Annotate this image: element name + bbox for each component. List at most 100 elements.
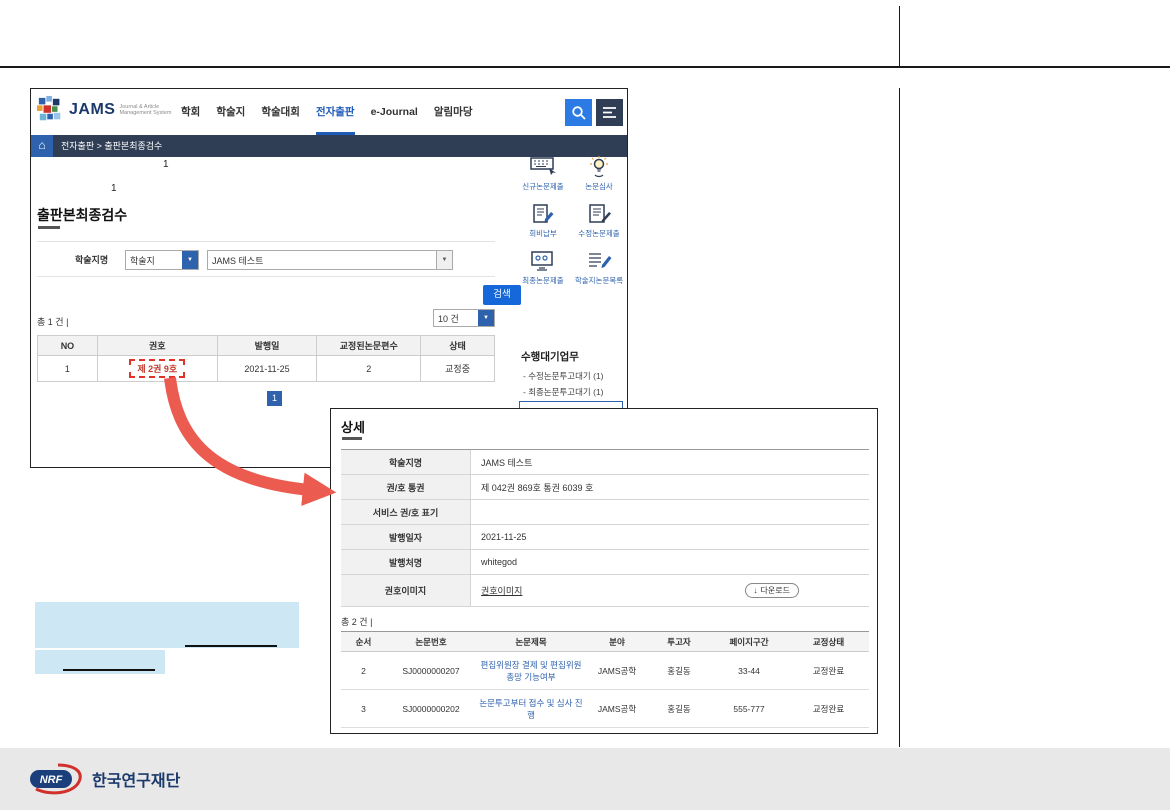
cell-corrected-count: 2 bbox=[317, 356, 421, 382]
table-row: 2 SJ0000000207 편집위원장 결제 및 편집위원총망 기능여부 JA… bbox=[341, 652, 869, 690]
search-icon bbox=[571, 105, 586, 120]
quick-menu-label: 최종논문제출 bbox=[522, 275, 563, 286]
detail-field-table: 학술지명 JAMS 테스트 권/호 통권 제 042권 869호 통권 6039… bbox=[341, 449, 869, 607]
content-column-divider bbox=[899, 88, 900, 747]
header-column-divider bbox=[899, 6, 900, 66]
nav-item-society[interactable]: 학회 bbox=[181, 89, 200, 135]
header-divider bbox=[0, 66, 1170, 68]
field-label: 발행처명 bbox=[341, 550, 471, 574]
field-value: JAMS 테스트 bbox=[471, 450, 869, 474]
jams-logo[interactable]: JAMS Journal & Article Management System bbox=[37, 96, 171, 124]
cell-correction-status: 교정완료 bbox=[788, 652, 869, 690]
quick-menu-revised-submission[interactable]: 수정논문제출 bbox=[573, 202, 625, 239]
download-label: 다운로드 bbox=[761, 585, 790, 596]
quick-menu-review[interactable]: 논문심사 bbox=[573, 155, 625, 192]
quick-menu-fee-payment[interactable]: 회비납부 bbox=[517, 202, 569, 239]
cell-page-range: 33-44 bbox=[710, 652, 788, 690]
quick-menu-final-submission[interactable]: 최종논문제출 bbox=[517, 249, 569, 286]
footer-brand-name: 한국연구재단 bbox=[92, 767, 180, 791]
quick-menu-label: 신규논문제출 bbox=[522, 181, 563, 192]
quick-menu-paper-list[interactable]: 학술지논문목록 bbox=[573, 249, 625, 286]
chevron-down-icon: ▼ bbox=[182, 251, 198, 269]
chevron-down-icon: ▼ bbox=[436, 251, 452, 269]
page-title: 출판본최종검수 bbox=[37, 205, 127, 225]
jams-header: JAMS Journal & Article Management System… bbox=[31, 89, 627, 135]
cell-submitter: 홍길동 bbox=[648, 652, 710, 690]
quick-menu-label: 회비납부 bbox=[529, 228, 557, 239]
step-annotation-2: 1 bbox=[111, 183, 117, 194]
quick-menu: 신규논문제출 논문심사 회비납부 bbox=[517, 155, 625, 286]
quick-menu-label: 논문심사 bbox=[585, 181, 613, 192]
home-icon[interactable]: ⌂ bbox=[31, 135, 53, 157]
download-button[interactable]: ↓ 다운로드 bbox=[745, 583, 799, 598]
col-header-status: 상태 bbox=[421, 336, 495, 356]
breadcrumb-bar: ⌂ 전자출판 > 출판본최종검수 bbox=[31, 135, 627, 157]
field-label: 학술지명 bbox=[341, 450, 471, 474]
nav-item-epublishing[interactable]: 전자출판 bbox=[316, 89, 355, 135]
detail-field-row: 권호이미지 권호이미지 ↓ 다운로드 bbox=[341, 575, 869, 607]
jams-logo-mosaic-icon bbox=[37, 96, 65, 124]
monitor-icon bbox=[528, 249, 558, 273]
detail-field-row: 권/호 통권 제 042권 869호 통권 6039 호 bbox=[341, 475, 869, 500]
main-nav: 학회 학술지 학술대회 전자출판 e-Journal 알림마당 bbox=[181, 89, 473, 135]
article-total-count: 총 2 건 | bbox=[341, 615, 372, 628]
keyboard-icon bbox=[528, 155, 558, 179]
issue-link[interactable]: 제 2권 9호 bbox=[129, 359, 185, 378]
detail-title-underline bbox=[342, 437, 362, 440]
quick-menu-new-submission[interactable]: 신규논문제출 bbox=[517, 155, 569, 192]
col-header-order: 순서 bbox=[341, 632, 386, 652]
issue-image-link[interactable]: 권호이미지 bbox=[481, 584, 522, 597]
detail-title: 상세 bbox=[341, 417, 365, 436]
manual-page: JAMS Journal & Article Management System… bbox=[0, 0, 1170, 810]
detail-field-row: 발행처명 whitegod bbox=[341, 550, 869, 575]
col-header-paper-title: 논문제목 bbox=[476, 632, 586, 652]
col-header-volume: 권호 bbox=[97, 336, 217, 356]
table-row: 1 제 2권 9호 2021-11-25 2 교정중 bbox=[38, 356, 495, 382]
nrf-logo-text: NRF bbox=[40, 774, 63, 786]
todo-item-final-pending[interactable]: - 최종논문투고대기 (1) bbox=[523, 386, 604, 398]
cell-order: 2 bbox=[341, 652, 386, 690]
col-header-pubdate: 발행일 bbox=[217, 336, 317, 356]
underline-mark-2 bbox=[63, 669, 155, 671]
nav-item-notice[interactable]: 알림마당 bbox=[434, 89, 473, 135]
cell-page-range: 555-777 bbox=[710, 690, 788, 728]
search-button-header[interactable] bbox=[565, 99, 592, 126]
field-value: 제 042권 869호 통권 6039 호 bbox=[471, 475, 869, 499]
pagination-page-1[interactable]: 1 bbox=[267, 391, 282, 406]
journal-name-select[interactable]: JAMS 테스트 ▼ bbox=[207, 250, 453, 270]
jams-logo-text: JAMS bbox=[69, 101, 115, 119]
journal-type-select[interactable]: 학술지 ▼ bbox=[125, 250, 199, 270]
field-value: whitegod bbox=[471, 550, 869, 574]
title-underline bbox=[38, 226, 60, 229]
col-header-submitter: 투고자 bbox=[648, 632, 710, 652]
field-label: 발행일자 bbox=[341, 525, 471, 549]
cell-correction-status: 교정완료 bbox=[788, 690, 869, 728]
issue-list-table: NO 권호 발행일 교정된논문편수 상태 1 제 2권 9호 2021-11-2… bbox=[37, 335, 495, 382]
edit-document-icon bbox=[584, 202, 614, 226]
table-row: 3 SJ0000000202 논문투고부터 접수 및 심사 진행 JAMS공학 … bbox=[341, 690, 869, 728]
nav-item-conference[interactable]: 학술대회 bbox=[261, 89, 300, 135]
cell-paper-title: 편집위원장 결제 및 편집위원총망 기능여부 bbox=[476, 652, 586, 690]
download-icon: ↓ bbox=[754, 586, 758, 595]
breadcrumb: 전자출판 > 출판본최종검수 bbox=[61, 135, 162, 157]
hamburger-menu-button[interactable] bbox=[596, 99, 623, 126]
article-title-link[interactable]: 편집위원장 결제 및 편집위원총망 기능여부 bbox=[481, 660, 582, 682]
cell-field: JAMS공학 bbox=[586, 690, 648, 728]
nav-item-journal[interactable]: 학술지 bbox=[216, 89, 245, 135]
article-title-link[interactable]: 논문투고부터 접수 및 심사 진행 bbox=[479, 698, 582, 720]
detail-popup-window: 상세 학술지명 JAMS 테스트 권/호 통권 제 042권 869호 통권 6… bbox=[330, 408, 878, 734]
todo-item-revised-pending[interactable]: - 수정논문투고대기 (1) bbox=[523, 370, 604, 382]
page-size-select[interactable]: 10 건 ▼ bbox=[433, 309, 495, 327]
todo-section-title: 수행대기업무 bbox=[521, 349, 579, 364]
col-header-field: 분야 bbox=[586, 632, 648, 652]
field-value: 권호이미지 ↓ 다운로드 bbox=[471, 575, 869, 606]
search-submit-button[interactable]: 검색 bbox=[483, 285, 521, 305]
journal-type-value: 학술지 bbox=[126, 254, 182, 267]
page-size-value: 10 건 bbox=[434, 312, 478, 325]
nav-item-ejournal[interactable]: e-Journal bbox=[371, 89, 418, 135]
page-footer: NRF 한국연구재단 bbox=[0, 748, 1170, 810]
nrf-logo: NRF bbox=[28, 762, 84, 796]
field-label: 서비스 권/호 표기 bbox=[341, 500, 471, 524]
highlight-note-block-1 bbox=[35, 602, 299, 648]
cell-volume: 제 2권 9호 bbox=[97, 356, 217, 382]
